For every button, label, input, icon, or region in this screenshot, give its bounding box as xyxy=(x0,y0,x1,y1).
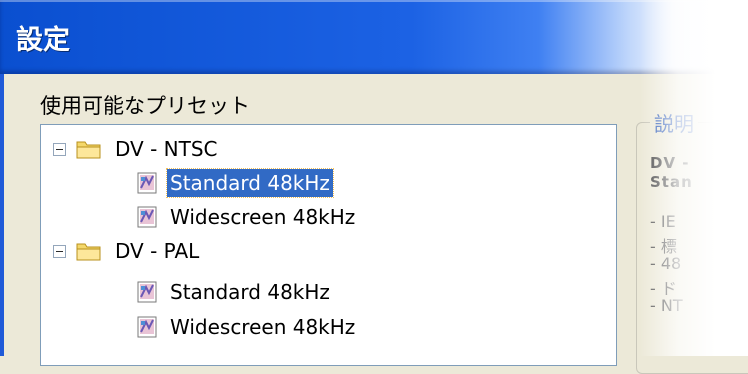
preset-file-icon xyxy=(137,281,157,303)
window-titlebar[interactable]: 設定 xyxy=(0,0,748,74)
description-line: - 48 xyxy=(650,254,682,273)
tree-group-dv-pal[interactable]: DV - PAL xyxy=(53,234,202,268)
available-presets-label: 使用可能なプリセット xyxy=(40,94,250,118)
tree-item-ntsc-widescreen[interactable]: Widescreen 48kHz xyxy=(137,200,358,234)
preset-file-icon xyxy=(137,316,157,338)
description-line: - NT xyxy=(650,296,683,315)
preset-file-icon xyxy=(137,172,157,194)
preset-file-icon xyxy=(137,206,157,228)
tree-group-label: DV - NTSC xyxy=(115,137,218,161)
window-title: 設定 xyxy=(16,25,70,56)
folder-icon xyxy=(76,141,101,159)
collapse-icon[interactable] xyxy=(53,142,66,156)
tree-group-label: DV - PAL xyxy=(115,239,200,263)
collapse-icon[interactable] xyxy=(53,244,66,258)
description-title: 説明 xyxy=(650,108,698,137)
preset-tree[interactable]: DV - NTSC Standard 48kHz Widescreen 48kH… xyxy=(40,124,617,366)
tree-item-label: Widescreen 48kHz xyxy=(170,315,356,339)
folder-icon xyxy=(76,243,101,261)
tree-item-label: Standard 48kHz xyxy=(170,280,330,304)
tree-item-label: Widescreen 48kHz xyxy=(170,205,356,229)
tree-item-ntsc-standard[interactable]: Standard 48kHz xyxy=(137,166,334,200)
description-bold-line: DV - xyxy=(650,154,690,172)
tree-item-label: Standard 48kHz xyxy=(166,168,334,198)
tree-item-pal-standard[interactable]: Standard 48kHz xyxy=(137,275,333,309)
description-bold-line: Stan xyxy=(650,173,693,191)
tree-item-pal-widescreen[interactable]: Widescreen 48kHz xyxy=(137,310,358,344)
description-line: - IE xyxy=(650,212,676,231)
tree-group-dv-ntsc[interactable]: DV - NTSC xyxy=(53,132,221,166)
